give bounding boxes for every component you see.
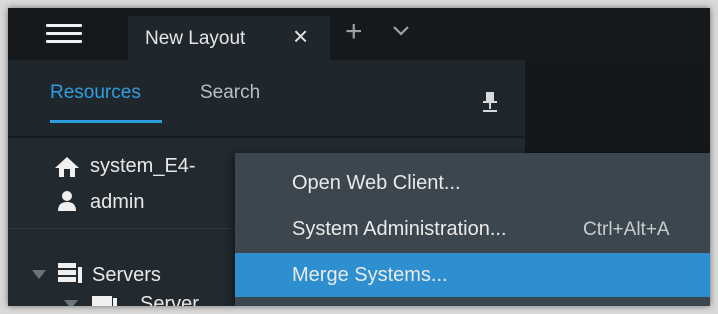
pin-icon[interactable]: [483, 92, 497, 112]
tab-search[interactable]: Search: [200, 82, 260, 104]
tree-item-servers[interactable]: Servers: [92, 264, 161, 287]
close-icon[interactable]: ×: [293, 23, 308, 49]
tab-new-layout[interactable]: New Layout ×: [128, 16, 330, 60]
tree-item-admin[interactable]: admin: [90, 191, 144, 214]
tree-item-system[interactable]: system_E4-: [90, 155, 196, 178]
active-tab-indicator: [50, 120, 162, 123]
user-icon: [58, 191, 76, 211]
menu-item-system-administration[interactable]: System Administration... Ctrl+Alt+A: [235, 207, 710, 251]
menu-item-merge-systems[interactable]: Merge Systems...: [235, 253, 710, 297]
app-window: New Layout × + Resources Search system_E…: [8, 8, 710, 306]
menu-item-label: Merge Systems...: [292, 264, 448, 286]
menu-item-label: Open Web Client...: [292, 172, 461, 194]
home-icon: [55, 157, 79, 177]
chevron-down-icon[interactable]: [392, 25, 410, 37]
tab-resources[interactable]: Resources: [50, 82, 141, 104]
add-tab-icon[interactable]: +: [345, 17, 363, 47]
tree-item-server[interactable]: Server: [140, 293, 199, 306]
collapse-arrow-icon[interactable]: [64, 300, 78, 306]
main-menu-icon[interactable]: [46, 24, 82, 46]
shortcut-label: Ctrl+Alt+A: [583, 219, 670, 240]
menu-item-open-web-client[interactable]: Open Web Client...: [235, 161, 710, 205]
menu-item-label: System Administration...: [292, 218, 507, 240]
servers-icon: [58, 263, 82, 283]
tab-label: New Layout: [145, 28, 246, 49]
top-bar: New Layout × +: [8, 8, 710, 60]
server-icon: [92, 296, 117, 306]
panel-tabs: Resources Search: [8, 60, 525, 138]
collapse-arrow-icon[interactable]: [32, 270, 46, 280]
context-menu: Open Web Client... System Administration…: [235, 153, 710, 306]
